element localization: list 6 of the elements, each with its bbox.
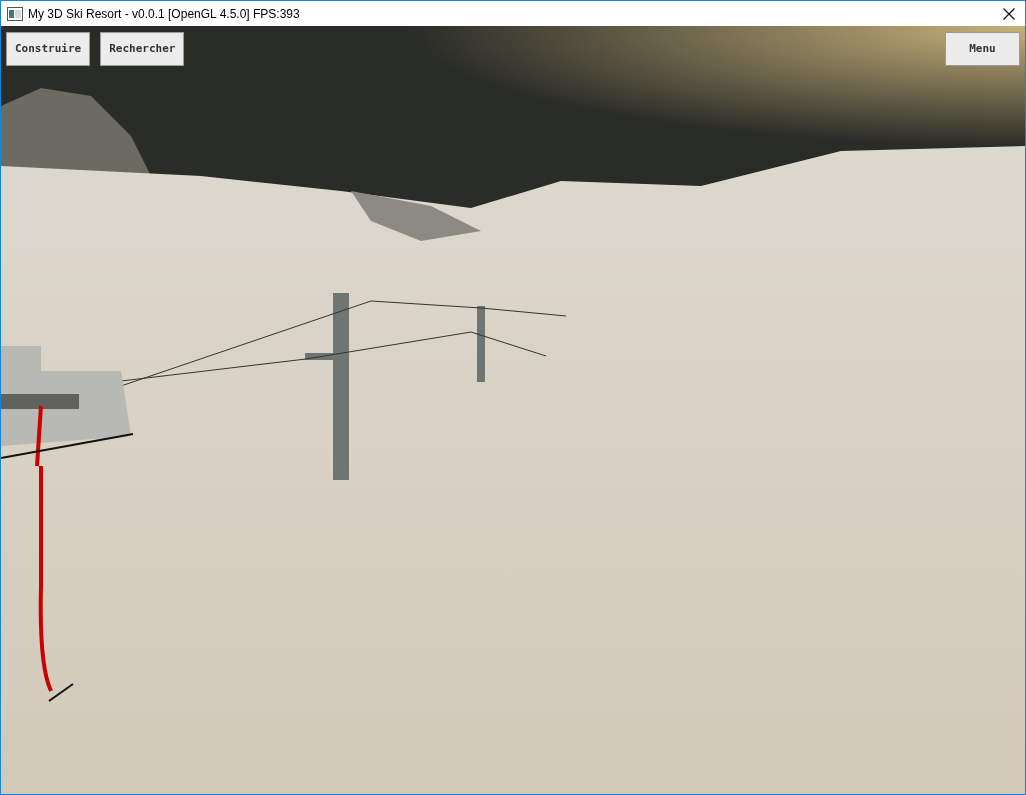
toolbar-button[interactable]: Menu bbox=[945, 32, 1020, 66]
close-icon[interactable] bbox=[1003, 7, 1015, 20]
toolbar-button[interactable]: Construire bbox=[6, 32, 91, 66]
toolbar-button[interactable]: Rechercher bbox=[100, 32, 185, 66]
app-icon bbox=[7, 6, 23, 21]
window-title: My 3D Ski Resort - v0.0.1 [OpenGL 4.5.0] FPS:393 bbox=[28, 5, 300, 23]
